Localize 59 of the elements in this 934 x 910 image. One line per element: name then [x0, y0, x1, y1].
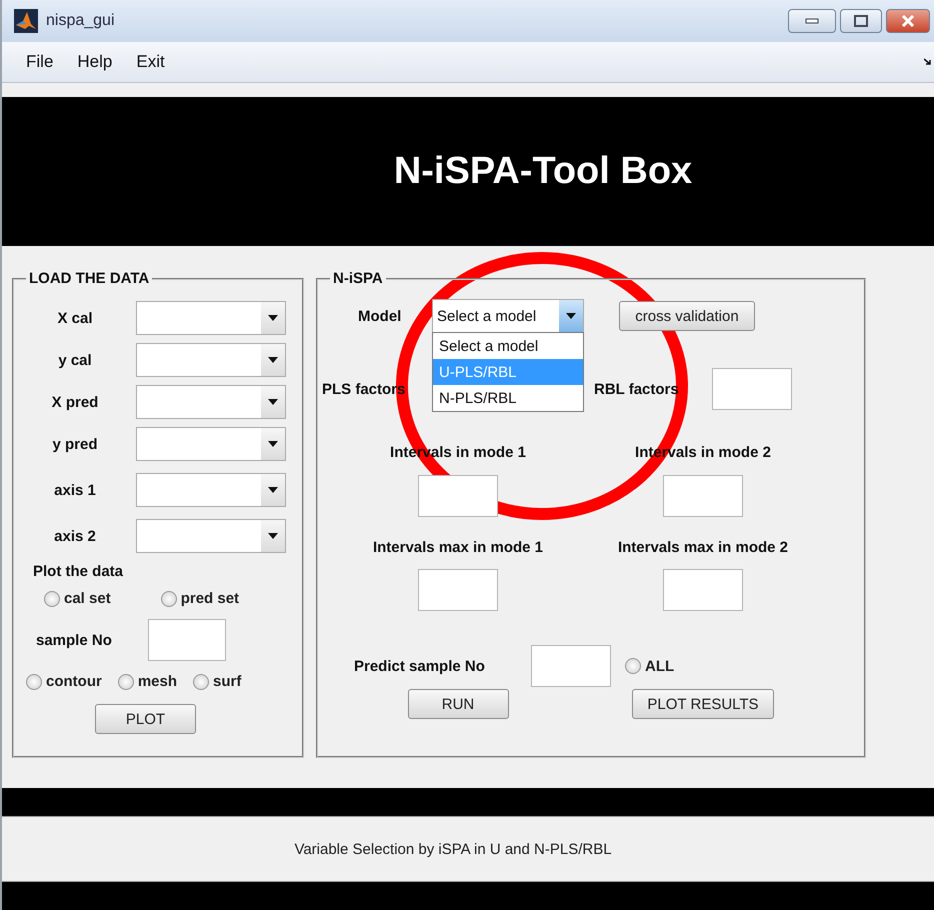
model-dropdown[interactable]: Select a model — [432, 299, 584, 334]
field-label: y cal — [57, 352, 93, 369]
section-label: Plot the data — [33, 563, 124, 580]
input-field[interactable] — [712, 368, 792, 410]
status-text: Variable Selection by iSPA in U and N-PLS/RBL — [294, 840, 612, 858]
maximize-button[interactable] — [840, 8, 882, 33]
input-field[interactable] — [663, 475, 743, 518]
radio-button[interactable]: pred set — [160, 590, 240, 608]
input-field[interactable] — [148, 619, 226, 662]
field-label: axis 1 — [53, 482, 97, 499]
cross-validation-button[interactable]: cross validation — [619, 301, 755, 332]
radio-button[interactable]: mesh — [118, 673, 178, 690]
menu-item[interactable]: File — [14, 52, 66, 72]
dropdown[interactable] — [136, 301, 286, 336]
plot-button[interactable]: PLOT — [95, 704, 196, 734]
field-label: Intervals max in mode 1 — [372, 539, 544, 556]
dropdown[interactable] — [136, 385, 286, 420]
dropdown[interactable] — [136, 519, 286, 554]
caret-icon — [268, 357, 278, 364]
menu-item[interactable]: Help — [65, 52, 124, 72]
field-label: X cal — [56, 310, 94, 327]
menu-item[interactable]: Exit — [124, 52, 177, 72]
minimize-button[interactable] — [788, 8, 836, 33]
caret-icon — [268, 399, 278, 406]
field-label: X pred — [50, 394, 100, 411]
input-field[interactable] — [663, 569, 743, 612]
field-label: Intervals max in mode 2 — [618, 539, 788, 556]
radio-button[interactable]: surf — [193, 673, 242, 690]
radio-button[interactable]: contour — [26, 673, 102, 690]
app-icon — [14, 8, 38, 33]
input-field[interactable] — [531, 645, 611, 688]
dropdown[interactable] — [136, 473, 286, 508]
input-field[interactable] — [418, 569, 498, 612]
field-label: sample No — [36, 632, 113, 649]
radio-button[interactable]: ALL — [625, 658, 674, 675]
run-button[interactable]: RUN — [408, 689, 508, 720]
banner-title: N-iSPA-Tool Box — [394, 150, 692, 193]
panel-title: LOAD THE DATA — [28, 270, 150, 288]
arrow-icon[interactable] — [924, 58, 932, 66]
minimize-icon — [805, 18, 819, 24]
caret-icon — [268, 487, 278, 494]
field-label: Model — [358, 308, 402, 325]
plot-results-button[interactable]: PLOT RESULTS — [632, 689, 774, 720]
field-label: axis 2 — [53, 528, 97, 545]
window-title: nispa_gui — [46, 12, 116, 30]
caret-icon — [268, 315, 278, 322]
dropdown[interactable] — [136, 427, 286, 462]
maximize-icon — [854, 14, 868, 27]
caret-icon — [566, 313, 576, 320]
caret-icon — [268, 533, 278, 540]
input-field[interactable] — [418, 475, 498, 518]
close-icon — [901, 14, 915, 27]
radio-button[interactable]: cal set — [44, 590, 111, 608]
dropdown[interactable] — [136, 343, 286, 378]
field-label: y pred — [51, 436, 98, 453]
panel-title: N-iSPA — [332, 270, 384, 288]
caret-icon — [268, 441, 278, 448]
field-label: Predict sample No — [354, 658, 486, 675]
close-button[interactable] — [886, 8, 930, 33]
